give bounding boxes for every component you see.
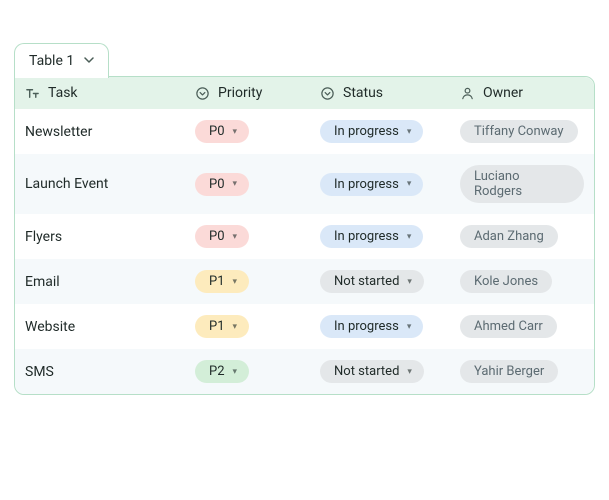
status-pill[interactable]: In progress ▾ bbox=[320, 120, 423, 143]
status-label: Not started bbox=[334, 274, 399, 289]
status-cell: In progress ▾ bbox=[320, 173, 460, 196]
chevron-down-icon: ▾ bbox=[407, 367, 412, 377]
priority-label: P0 bbox=[209, 124, 225, 139]
priority-label: P0 bbox=[209, 177, 225, 192]
task-cell[interactable]: SMS bbox=[25, 364, 195, 380]
priority-label: P0 bbox=[209, 229, 225, 244]
priority-cell: P1 ▾ bbox=[195, 315, 320, 338]
header-status[interactable]: Status bbox=[320, 85, 460, 101]
status-pill[interactable]: Not started ▾ bbox=[320, 270, 424, 293]
task-cell[interactable]: Newsletter bbox=[25, 124, 195, 140]
priority-pill[interactable]: P0 ▾ bbox=[195, 120, 249, 143]
column-headers: Task Priority Status Owner bbox=[15, 77, 594, 109]
status-label: In progress bbox=[334, 319, 399, 334]
dropdown-circle-icon bbox=[320, 86, 335, 101]
chevron-down-icon: ▾ bbox=[407, 127, 412, 137]
task-cell[interactable]: Flyers bbox=[25, 229, 195, 245]
header-status-label: Status bbox=[343, 85, 383, 101]
owner-pill[interactable]: Ahmed Carr bbox=[460, 315, 557, 338]
status-pill[interactable]: Not started ▾ bbox=[320, 360, 424, 383]
priority-cell: P2 ▾ bbox=[195, 360, 320, 383]
header-owner-label: Owner bbox=[483, 85, 523, 101]
owner-pill[interactable]: Luciano Rodgers bbox=[460, 165, 584, 203]
chevron-down-icon: ▾ bbox=[233, 367, 238, 377]
table-row[interactable]: Website P1 ▾ In progress ▾ Ahmed Carr bbox=[15, 304, 594, 349]
tab-table-1[interactable]: Table 1 bbox=[14, 43, 109, 78]
status-pill[interactable]: In progress ▾ bbox=[320, 225, 423, 248]
priority-label: P2 bbox=[209, 364, 225, 379]
header-task[interactable]: Task bbox=[25, 85, 195, 101]
priority-cell: P0 ▾ bbox=[195, 173, 320, 196]
priority-label: P1 bbox=[209, 319, 225, 334]
chevron-down-icon: ▾ bbox=[407, 277, 412, 287]
table-row[interactable]: Newsletter P0 ▾ In progress ▾ Tiffany Conway bbox=[15, 109, 594, 154]
status-label: In progress bbox=[334, 177, 399, 192]
priority-pill[interactable]: P0 ▾ bbox=[195, 173, 249, 196]
tab-label: Table 1 bbox=[29, 53, 74, 69]
table-row[interactable]: Flyers P0 ▾ In progress ▾ Adan Zhang bbox=[15, 214, 594, 259]
task-cell[interactable]: Email bbox=[25, 274, 195, 290]
header-owner[interactable]: Owner bbox=[460, 85, 584, 101]
status-cell: In progress ▾ bbox=[320, 120, 460, 143]
owner-cell: Luciano Rodgers bbox=[460, 165, 584, 203]
priority-cell: P0 ▾ bbox=[195, 120, 320, 143]
text-icon bbox=[25, 86, 40, 101]
owner-cell: Yahir Berger bbox=[460, 360, 584, 383]
chevron-down-icon: ▾ bbox=[407, 232, 412, 242]
table-row[interactable]: Launch Event P0 ▾ In progress ▾ Luciano Rodge… bbox=[15, 154, 594, 214]
owner-cell: Tiffany Conway bbox=[460, 120, 584, 143]
status-cell: Not started ▾ bbox=[320, 360, 460, 383]
chevron-down-icon: ▾ bbox=[407, 179, 412, 189]
chevron-down-icon: ▾ bbox=[233, 277, 238, 287]
owner-cell: Adan Zhang bbox=[460, 225, 584, 248]
owner-cell: Kole Jones bbox=[460, 270, 584, 293]
header-priority[interactable]: Priority bbox=[195, 85, 320, 101]
status-pill[interactable]: In progress ▾ bbox=[320, 315, 423, 338]
chevron-down-icon: ▾ bbox=[233, 232, 238, 242]
status-cell: Not started ▾ bbox=[320, 270, 460, 293]
chevron-down-icon: ▾ bbox=[233, 127, 238, 137]
status-cell: In progress ▾ bbox=[320, 225, 460, 248]
table-row[interactable]: SMS P2 ▾ Not started ▾ Yahir Berger bbox=[15, 349, 594, 394]
priority-pill[interactable]: P1 ▾ bbox=[195, 270, 249, 293]
chevron-down-icon: ▾ bbox=[233, 179, 238, 189]
status-label: In progress bbox=[334, 229, 399, 244]
owner-pill[interactable]: Yahir Berger bbox=[460, 360, 558, 383]
owner-cell: Ahmed Carr bbox=[460, 315, 584, 338]
owner-pill[interactable]: Adan Zhang bbox=[460, 225, 558, 248]
chevron-down-icon: ▾ bbox=[407, 322, 412, 332]
chevron-down-icon: ▾ bbox=[233, 322, 238, 332]
status-label: Not started bbox=[334, 364, 399, 379]
owner-pill[interactable]: Kole Jones bbox=[460, 270, 552, 293]
header-task-label: Task bbox=[48, 85, 78, 101]
chevron-down-icon bbox=[84, 53, 94, 69]
status-label: In progress bbox=[334, 124, 399, 139]
task-cell[interactable]: Launch Event bbox=[25, 176, 195, 192]
priority-cell: P0 ▾ bbox=[195, 225, 320, 248]
owner-pill[interactable]: Tiffany Conway bbox=[460, 120, 578, 143]
priority-pill[interactable]: P1 ▾ bbox=[195, 315, 249, 338]
status-cell: In progress ▾ bbox=[320, 315, 460, 338]
priority-pill[interactable]: P0 ▾ bbox=[195, 225, 249, 248]
priority-label: P1 bbox=[209, 274, 225, 289]
task-cell[interactable]: Website bbox=[25, 319, 195, 335]
priority-pill[interactable]: P2 ▾ bbox=[195, 360, 249, 383]
table-panel: Table 1 Task Priority Status bbox=[14, 76, 595, 395]
person-icon bbox=[460, 86, 475, 101]
dropdown-circle-icon bbox=[195, 86, 210, 101]
status-pill[interactable]: In progress ▾ bbox=[320, 173, 423, 196]
header-priority-label: Priority bbox=[218, 85, 262, 101]
priority-cell: P1 ▾ bbox=[195, 270, 320, 293]
table-row[interactable]: Email P1 ▾ Not started ▾ Kole Jones bbox=[15, 259, 594, 304]
